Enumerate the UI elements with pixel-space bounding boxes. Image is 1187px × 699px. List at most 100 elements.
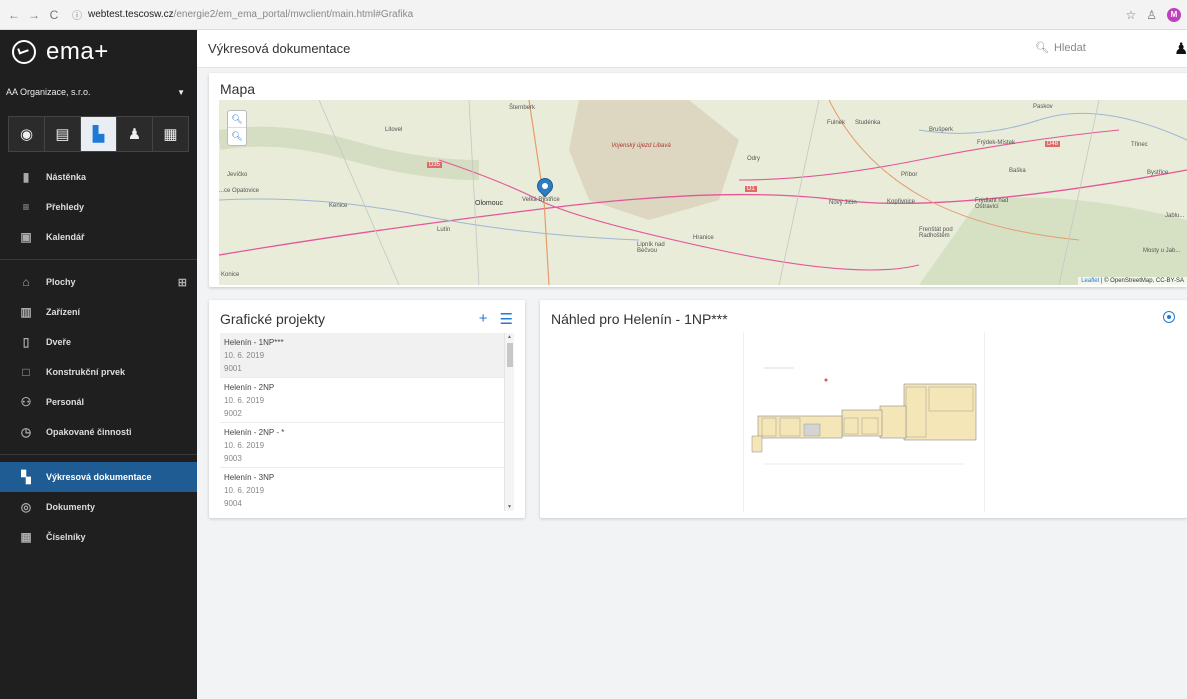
sidebar-item-nastenka[interactable]: ▮ Nástěnka	[0, 162, 197, 192]
target-icon[interactable]	[1163, 311, 1175, 323]
sidebar-item-zarizeni[interactable]: ▥ Zařízení	[0, 297, 197, 327]
tab-dashboard-icon[interactable]: ◉	[9, 117, 45, 151]
scroll-up-icon[interactable]: ▲	[507, 334, 512, 340]
map-label: Frenštát pod Radhoštěm	[919, 227, 953, 239]
map-label: Lipník nad Bečvou	[637, 242, 665, 254]
project-date: 10. 6. 2019	[224, 396, 265, 405]
road-sign: D48	[1045, 141, 1061, 147]
sidebar-item-ciselniky[interactable]: ▦ Číselníky	[0, 522, 197, 552]
map-label: Hranice	[693, 235, 714, 241]
list-icon[interactable]: ☰	[500, 310, 513, 328]
map-label: Jevíčko	[227, 172, 248, 178]
zoom-controls: 🔍︎ 🔍︎	[227, 110, 247, 146]
tree-icon[interactable]: ⊞	[178, 276, 187, 289]
map-label: Baška	[1009, 168, 1026, 174]
sidebar-item-konstrukcni-prvek[interactable]: □ Konstrukční prvek	[0, 357, 197, 387]
app-logo[interactable]: ema+	[0, 30, 197, 74]
address-bar[interactable]: ⓘ webtest.tescosw.cz /energie2/em_ema_po…	[72, 4, 413, 26]
tab-org-icon[interactable]: ▦	[153, 117, 188, 151]
profile-avatar[interactable]: M	[1167, 7, 1181, 22]
map-title: Mapa	[220, 81, 256, 97]
sidebar-item-vykresova-dokumentace[interactable]: ▚ Výkresová dokumentace	[0, 462, 197, 492]
preview-title: Náhled pro Helenín - 1NP***	[551, 311, 728, 327]
project-code: 9003	[224, 454, 242, 463]
people-icon: ⚇	[20, 395, 32, 409]
map-label: Kopřivnice	[887, 199, 916, 205]
map-attribution: Leaflet | © OpenStreetMap, CC-BY-SA	[1078, 277, 1187, 285]
road-sign: D35	[427, 162, 443, 168]
sidebar-item-label: Dveře	[46, 337, 72, 347]
tab-id-card-icon[interactable]: ▤	[45, 117, 81, 151]
map-label: Velká Bystřice	[522, 197, 560, 203]
map-label: Třinec	[1131, 142, 1148, 148]
star-icon[interactable]: ☆	[1125, 8, 1136, 22]
map-label: Studénka	[855, 120, 881, 126]
module-tabs: ◉ ▤ ▙ ♟ ▦	[8, 116, 189, 152]
url-host: webtest.tescosw.cz	[88, 9, 174, 20]
project-code: 9001	[224, 364, 242, 373]
sidebar: ema+ AA Organizace, s.r.o. ▼ ◉ ▤ ▙ ♟ ▦ ▮…	[0, 30, 197, 699]
map-label: Paskov	[1033, 104, 1053, 110]
list-item[interactable]: Helenín - 2NP 10. 6. 2019 9002	[220, 378, 514, 423]
sidebar-item-label: Personál	[46, 397, 85, 407]
leaflet-link[interactable]: Leaflet	[1081, 278, 1099, 284]
search-placeholder: Hledat	[1053, 41, 1086, 54]
url-path: /energie2/em_ema_portal/mwclient/main.ht…	[173, 9, 414, 20]
organization-selector[interactable]: AA Organizace, s.r.o. ▼	[0, 74, 197, 110]
logo-text: ema+	[46, 38, 109, 65]
user-icon[interactable]: ♟	[1174, 39, 1187, 59]
project-code: 9004	[224, 499, 242, 508]
sidebar-item-label: Kalendář	[46, 232, 85, 242]
list-item[interactable]: Helenín - 3NP 10. 6. 2019 9004	[220, 468, 514, 511]
tab-person-icon[interactable]: ♟	[117, 117, 153, 151]
floorplan-drawing	[751, 367, 977, 465]
forward-icon[interactable]: →	[26, 7, 42, 23]
scroll-down-icon[interactable]: ▼	[507, 504, 512, 510]
sidebar-item-label: Výkresová dokumentace	[46, 472, 152, 482]
sidebar-item-opakovane-cinnosti[interactable]: ◷ Opakované činnosti	[0, 417, 197, 447]
back-icon[interactable]: ←	[6, 7, 22, 23]
map-label: Frýdek-Místek	[977, 140, 1016, 146]
project-code: 9002	[224, 409, 242, 418]
scroll-thumb[interactable]	[507, 343, 513, 367]
add-icon[interactable]: +	[479, 310, 488, 328]
gauge-icon	[12, 40, 36, 64]
floorplan-preview[interactable]	[743, 332, 985, 512]
sidebar-item-plochy[interactable]: ⌂ Plochy ⊞	[0, 267, 197, 297]
sidebar-item-personal[interactable]: ⚇ Personál	[0, 387, 197, 417]
map-label: Konice	[221, 272, 240, 278]
zoom-in-icon[interactable]: 🔍︎	[228, 111, 246, 128]
map-label: ...ce Opatovice	[219, 188, 260, 194]
sidebar-item-dokumenty[interactable]: ◎ Dokumenty	[0, 492, 197, 522]
map-label: Fulnek	[827, 120, 846, 126]
sidebar-item-prehledy[interactable]: ≡ Přehledy	[0, 192, 197, 222]
map-tiles	[219, 100, 1187, 285]
extension-icon[interactable]: ♙	[1146, 8, 1157, 22]
divider	[0, 259, 197, 260]
sidebar-item-kalendar[interactable]: ▣ Kalendář	[0, 222, 197, 252]
map-label: Mosty u Jab...	[1143, 248, 1181, 254]
list-item[interactable]: Helenín - 1NP*** 10. 6. 2019 9001	[220, 333, 514, 378]
map-view[interactable]: 🔍︎ 🔍︎ Šternberk Litovel Vojenský újezd L…	[219, 100, 1187, 285]
sidebar-item-label: Přehledy	[46, 202, 85, 212]
zoom-out-icon[interactable]: 🔍︎	[228, 128, 246, 145]
map-label: Litovel	[385, 127, 403, 133]
info-icon[interactable]: ⓘ	[72, 7, 82, 22]
sidebar-item-label: Dokumenty	[46, 502, 96, 512]
map-icon: ▚	[21, 470, 31, 484]
list-scrollbar[interactable]: ▲ ▼	[504, 333, 514, 511]
map-label: Příbor	[901, 172, 918, 178]
sidebar-item-label: Číselníky	[46, 532, 86, 542]
sidebar-item-label: Opakované činnosti	[46, 427, 132, 437]
reload-icon[interactable]: C	[46, 7, 62, 23]
sidebar-item-label: Konstrukční prvek	[46, 367, 126, 377]
project-date: 10. 6. 2019	[224, 351, 265, 360]
list-item[interactable]: Helenín - 2NP - * 10. 6. 2019 9003	[220, 423, 514, 468]
preview-card: Náhled pro Helenín - 1NP***	[540, 300, 1187, 518]
tab-buildings-icon[interactable]: ▙	[81, 117, 117, 151]
search-input[interactable]: 🔍︎ Hledat	[1035, 41, 1086, 55]
sidebar-item-dvere[interactable]: ▯ Dveře	[0, 327, 197, 357]
projects-title: Grafické projekty	[220, 311, 326, 327]
map-label: Odry	[747, 156, 761, 162]
eye-icon: ◎	[20, 500, 32, 514]
